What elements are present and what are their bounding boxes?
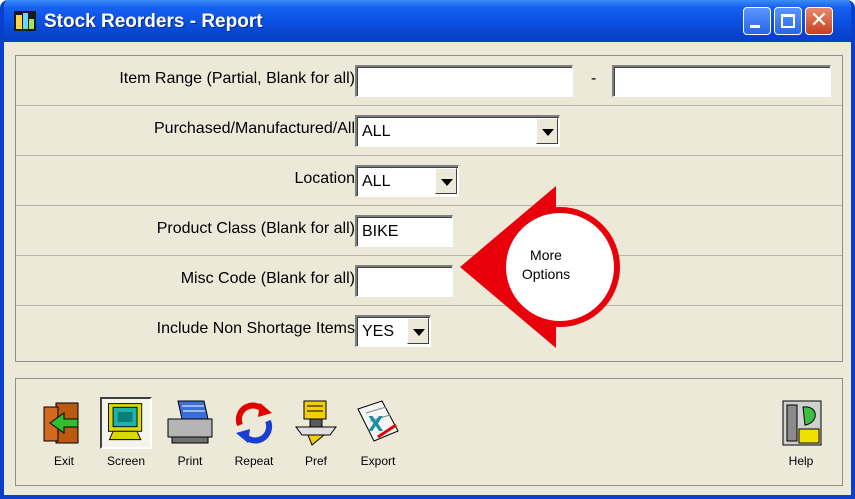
screen-button[interactable]: Screen [98, 393, 156, 475]
product-class-label: Product Class (Blank for all) [156, 220, 355, 237]
help-button[interactable]: Help [773, 393, 831, 475]
purchased-value: ALL [362, 123, 391, 140]
minimize-icon [750, 25, 760, 28]
location-dropdown-button[interactable] [435, 168, 457, 194]
help-label: Help [788, 454, 814, 468]
purchased-select[interactable]: ALL [355, 115, 560, 147]
chevron-down-icon [542, 129, 554, 136]
chevron-down-icon [441, 179, 453, 186]
item-range-row: Item Range (Partial, Blank for all) - [16, 56, 842, 106]
purchased-row: Purchased/Manufactured/All ALL [16, 106, 842, 156]
close-icon: ✕ [809, 8, 829, 33]
criteria-panel: Item Range (Partial, Blank for all) - Pu… [15, 55, 843, 362]
non-shortage-dropdown-button[interactable] [407, 318, 429, 344]
location-select[interactable]: ALL [355, 165, 459, 197]
export-button[interactable]: X Export [350, 393, 408, 475]
purchased-label: Purchased/Manufactured/All [154, 120, 355, 137]
product-class-row: Product Class (Blank for all) BIKE [16, 206, 842, 256]
screen-label: Screen [106, 454, 146, 468]
pref-button[interactable]: Pref [288, 393, 346, 475]
exit-door-icon [43, 402, 79, 444]
export-icon: X [357, 400, 399, 442]
misc-code-label: Misc Code (Blank for all) [180, 270, 355, 287]
minimize-button[interactable] [743, 7, 771, 35]
misc-code-row: Misc Code (Blank for all) [16, 256, 842, 306]
non-shortage-row: Include Non Shortage Items YES [16, 306, 842, 356]
report-window: Stock Reorders - Report ✕ Item Range (Pa… [0, 0, 855, 499]
location-label: Location [294, 170, 356, 187]
help-book-icon [782, 400, 822, 446]
location-row: Location ALL [16, 156, 842, 206]
non-shortage-label: Include Non Shortage Items [156, 320, 355, 337]
repeat-arrows-icon [235, 402, 273, 444]
product-class-input[interactable]: BIKE [355, 215, 453, 247]
item-range-from-input[interactable] [355, 65, 573, 97]
preferences-icon [295, 400, 337, 446]
svg-text:X: X [368, 412, 384, 436]
exit-button[interactable]: Exit [36, 393, 94, 475]
maximize-icon [781, 14, 795, 28]
item-range-to-input[interactable] [612, 65, 831, 97]
repeat-button[interactable]: Repeat [226, 393, 284, 475]
purchased-dropdown-button[interactable] [536, 118, 558, 144]
toolbar: Exit Screen Print Repeat Pref X Export H… [15, 378, 843, 486]
exit-label: Exit [53, 454, 74, 468]
printer-icon [167, 400, 213, 444]
item-range-separator: - [591, 70, 597, 87]
non-shortage-value: YES [362, 323, 395, 340]
window-title: Stock Reorders - Report [44, 11, 263, 32]
item-range-label: Item Range (Partial, Blank for all) [119, 70, 355, 87]
app-icon [14, 11, 36, 31]
location-value: ALL [362, 173, 391, 190]
title-bar: Stock Reorders - Report ✕ [4, 0, 851, 42]
non-shortage-select[interactable]: YES [355, 315, 431, 347]
close-button[interactable]: ✕ [805, 7, 833, 35]
pref-label: Pref [304, 454, 327, 468]
chevron-down-icon [413, 329, 425, 336]
print-button[interactable]: Print [162, 393, 220, 475]
misc-code-input[interactable] [355, 265, 453, 297]
more-options-label: More Options [521, 247, 571, 282]
repeat-label: Repeat [234, 454, 274, 468]
export-label: Export [360, 454, 396, 468]
maximize-button[interactable] [774, 7, 802, 35]
print-label: Print [177, 454, 203, 468]
monitor-icon [100, 397, 152, 449]
